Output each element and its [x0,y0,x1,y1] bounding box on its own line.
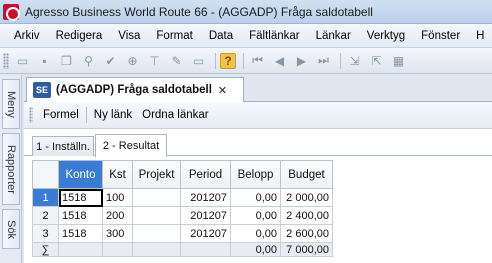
cell-budget[interactable]: 2 400,00 [280,206,333,225]
grid-header-row: Konto Kst Projekt Period Belopp Budget [32,160,333,189]
insert-row-icon[interactable]: ⇲ [345,52,364,70]
cell-kst[interactable]: 100 [102,188,133,207]
tab-resultat[interactable]: 2 - Resultat [95,134,167,157]
cell-budget[interactable]: 2 000,00 [280,188,333,207]
sidebar-tab-label: Meny [5,90,17,118]
menu-redigera[interactable]: Redigera [49,30,112,42]
sum-row: ∑ 0,00 7 000,00 [32,242,333,257]
se-badge-icon: SE [33,82,51,98]
toolbar-separator [215,52,216,69]
sidebar-tab-label: Rapporter [5,144,17,194]
cell-projekt[interactable] [132,206,181,225]
menu-bar: Arkiv Redigera Visa Format Data Fältlänk… [0,24,492,48]
next-icon[interactable]: ▶ [292,52,311,70]
menu-faltlankar[interactable]: Fältlänkar [242,30,309,42]
link-toolbar-separator [85,107,87,123]
main-content: Formel Ny länk Ordna länkar 1 - Inställn… [24,102,492,263]
first-icon[interactable]: ⏮ [248,52,267,70]
filter-icon[interactable]: ⊤ [145,52,164,70]
cell-period[interactable]: 201207 [180,188,231,207]
zoom-icon[interactable]: ⊕ [123,52,142,70]
sum-cell-period [180,242,231,257]
sum-belopp: 0,00 [230,242,281,257]
sum-cell-projekt [132,242,181,257]
tab-installningar[interactable]: 1 - Inställn. [32,136,94,156]
sum-symbol: ∑ [32,242,59,257]
cell-konto[interactable]: 1518 [58,224,103,243]
copy-icon[interactable]: ❐ [57,52,76,70]
cell-period[interactable]: 201207 [180,224,231,243]
menu-lankar[interactable]: Länkar [309,30,360,42]
column-header-konto[interactable]: Konto [58,160,103,189]
delete-row-icon[interactable]: ⇱ [367,52,386,70]
table-row[interactable]: 1 1518 100 201207 0,00 2 000,00 [32,188,333,207]
sidebar-tab-meny[interactable]: Meny [2,79,20,129]
menu-visa[interactable]: Visa [111,30,149,42]
blank-icon[interactable]: ▭ [189,52,208,70]
agresso-logo-icon [3,3,20,21]
sum-cell-konto [58,242,103,257]
column-header-period[interactable]: Period [180,160,231,189]
cell-belopp[interactable]: 0,00 [230,188,281,207]
grid-icon[interactable]: ▦ [389,52,408,70]
help-icon[interactable]: ? [220,52,236,69]
last-icon[interactable]: ⏭ [314,52,333,70]
cell-konto[interactable]: 1518 [58,206,103,225]
cell-belopp[interactable]: 0,00 [230,206,281,225]
cell-budget[interactable]: 2 600,00 [280,224,333,243]
menu-hjalp[interactable]: H [469,30,492,42]
grid-corner[interactable] [32,160,59,189]
cell-period[interactable]: 201207 [180,206,231,225]
toolbar: ▭ ▪ ❐ ⚲ ✔ ⊕ ⊤ ✎ ▭ ? ⏮ ◀ ▶ ⏭ ⇲ ⇱ ▦ [0,48,492,74]
document-tab-strip: SE (AGGADP) Fråga saldotabell ✕ [24,75,492,102]
link-toolbar-grip-icon[interactable] [29,107,33,123]
column-header-projekt[interactable]: Projekt [132,160,181,189]
find-icon[interactable]: ⚲ [79,52,98,70]
inner-tab-row: 1 - Inställn. 2 - Resultat [24,129,492,157]
title-bar: Agresso Business World Route 66 - (AGGAD… [0,0,492,24]
result-grid: Konto Kst Projekt Period Belopp Budget 1… [32,160,333,257]
menu-data[interactable]: Data [202,30,242,42]
check-icon[interactable]: ✔ [101,52,120,70]
cell-projekt[interactable] [132,224,181,243]
menu-fonster[interactable]: Fönster [414,30,469,42]
toolbar-separator [243,52,244,69]
cell-belopp[interactable]: 0,00 [230,224,281,243]
sum-cell-kst [102,242,133,257]
save-icon[interactable]: ▪ [35,52,54,70]
cell-kst[interactable]: 200 [102,206,133,225]
menu-arkiv[interactable]: Arkiv [7,30,49,42]
ordna-lankar-button[interactable]: Ordna länkar [137,109,213,121]
link-toolbar: Formel Ny länk Ordna länkar [24,102,492,129]
edit-icon[interactable]: ✎ [167,52,186,70]
cell-konto[interactable]: 1518 [58,188,103,207]
cell-projekt[interactable] [132,188,181,207]
column-header-budget[interactable]: Budget [280,160,333,189]
formel-button[interactable]: Formel [38,109,84,121]
close-icon[interactable]: ✕ [218,84,227,97]
sidebar-tab-sok[interactable]: Sök [2,209,20,249]
document-tab-label: (AGGADP) Fråga saldotabell [56,84,212,96]
toolbar-grip-icon[interactable] [3,52,9,69]
left-sidebar-strip: Meny Rapporter Sök [0,75,22,263]
row-number[interactable]: 3 [32,224,59,243]
column-header-belopp[interactable]: Belopp [230,160,281,189]
document-tab[interactable]: SE (AGGADP) Fråga saldotabell ✕ [26,77,244,102]
table-row[interactable]: 3 1518 300 201207 0,00 2 600,00 [32,224,333,243]
menu-verktyg[interactable]: Verktyg [360,30,414,42]
sidebar-tab-rapporter[interactable]: Rapporter [2,133,20,205]
column-header-kst[interactable]: Kst [102,160,133,189]
row-number[interactable]: 2 [32,206,59,225]
row-number[interactable]: 1 [32,188,59,207]
toolbar-separator [340,52,341,69]
cell-kst[interactable]: 300 [102,224,133,243]
menu-format[interactable]: Format [149,30,201,42]
sidebar-tab-label: Sök [5,219,17,239]
new-icon[interactable]: ▭ [13,52,32,70]
table-row[interactable]: 2 1518 200 201207 0,00 2 400,00 [32,206,333,225]
prev-icon[interactable]: ◀ [270,52,289,70]
sum-budget: 7 000,00 [280,242,333,257]
window-title: Agresso Business World Route 66 - (AGGAD… [25,4,373,19]
ny-lank-button[interactable]: Ny länk [89,109,137,121]
